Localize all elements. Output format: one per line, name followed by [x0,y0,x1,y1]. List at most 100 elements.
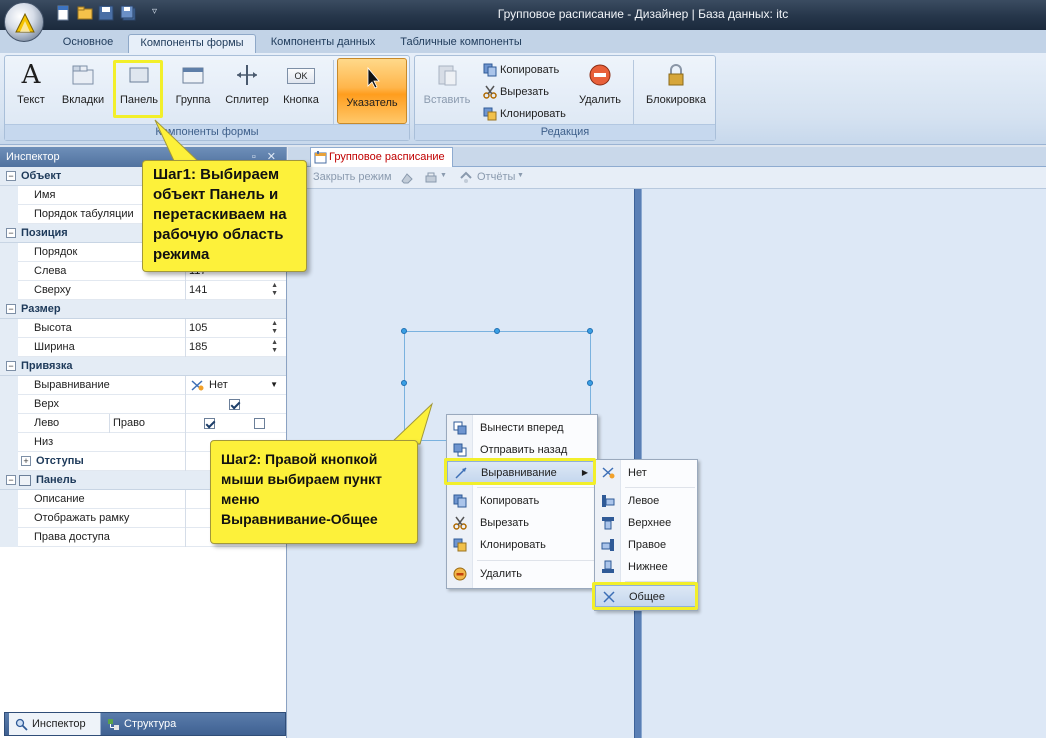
document-toolbar: Закрыть режим ▼ Отчёты ▼ [288,167,1046,189]
resize-handle[interactable] [587,328,593,334]
resize-handle[interactable] [401,328,407,334]
tab-form-components[interactable]: Компоненты формы [128,34,256,53]
text-button-label: Текст [17,94,45,106]
app-menu-button[interactable] [4,2,44,42]
collapse-icon[interactable]: − [6,475,16,485]
property-name: Отступы [36,455,84,467]
resize-handle[interactable] [401,380,407,386]
submenu-label: Левое [628,495,660,507]
button-button[interactable]: OK Кнопка [279,62,323,106]
category-label: Позиция [21,227,68,239]
document-tab[interactable]: Групповое расписание [310,147,453,167]
menu-item-label: Вырезать [480,517,529,529]
property-value[interactable]: 105 [189,322,207,334]
property-row[interactable]: Выравнивание Нет ▼ [0,376,286,395]
spin-arrows-icon[interactable]: ▲ ▼ [271,282,278,298]
collapse-icon[interactable]: − [6,228,16,238]
tabs-button-label: Вкладки [61,94,105,106]
reports-button[interactable]: Отчёты [477,171,515,183]
property-name: Имя [34,189,56,201]
menu-item-delete[interactable]: Удалить [447,563,597,585]
resize-handle[interactable] [587,380,593,386]
property-row[interactable]: Высота 105 ▲ ▼ [0,319,286,338]
menu-item-copy[interactable]: Копировать [447,490,597,512]
submenu-item-left[interactable]: Левое [595,490,697,512]
property-row[interactable]: Лево Право [0,414,286,433]
collapse-icon[interactable]: − [6,171,16,181]
pointer-button[interactable]: Указатель [337,58,407,124]
design-canvas-right[interactable] [641,189,1046,738]
delete-button[interactable]: Удалить [575,62,625,106]
right-anchor-checkbox[interactable] [254,418,265,429]
panel-small-icon [19,475,31,486]
paste-button[interactable]: Вставить [421,62,473,106]
close-mode-button[interactable]: Закрыть режим [313,171,392,183]
top-anchor-checkbox[interactable] [229,399,240,410]
resize-handle[interactable] [494,328,500,334]
property-row[interactable]: Сверху 141 ▲ ▼ [0,281,286,300]
copy-button[interactable]: Копировать [483,61,559,79]
spin-arrows-icon[interactable]: ▲ ▼ [271,339,278,355]
category-anchor[interactable]: − Привязка [0,357,286,376]
submenu-item-top[interactable]: Верхнее [595,512,697,534]
highlight-align-item [444,458,596,485]
property-value[interactable]: 141 [189,284,207,296]
document-tab-label: Групповое расписание [329,151,445,163]
submenu-item-right[interactable]: Правое [595,534,697,556]
callout-step2: Шаг2: Правой кнопкой мыши выбираем пункт… [210,440,418,544]
text-icon: A [21,60,41,90]
group-box-icon [182,67,204,84]
tabs-button[interactable]: Вкладки [59,62,107,106]
property-value[interactable]: 185 [189,341,207,353]
lock-button[interactable]: Блокировка [641,62,711,106]
menu-item-bring-front[interactable]: Вынести вперед [447,417,597,439]
property-name: Отображать рамку [34,512,130,524]
align-right-icon [601,539,614,551]
tab-basic[interactable]: Основное [52,34,124,53]
tab-table-components[interactable]: Табличные компоненты [392,34,530,53]
group-button[interactable]: Группа [171,62,215,106]
submenu-label: Правое [628,539,667,551]
ribbon-tabs: Основное Компоненты формы Компоненты дан… [0,30,1046,53]
align-none-icon [191,380,204,391]
submenu-item-none[interactable]: Нет [595,462,697,484]
tab-structure[interactable]: Структура [105,713,195,735]
eraser-icon[interactable] [400,171,414,185]
property-name: Описание [34,493,85,505]
clone-icon [483,107,497,121]
dropdown-arrow-icon[interactable]: ▼ [270,380,278,389]
bring-front-icon [453,421,467,435]
property-name: Низ [34,436,54,448]
reports-dropdown-icon[interactable]: ▼ [517,172,524,179]
expand-icon[interactable]: + [21,456,31,466]
reports-icon[interactable] [459,171,473,185]
print-dropdown-icon[interactable]: ▼ [440,172,447,179]
property-row[interactable]: Ширина 185 ▲ ▼ [0,338,286,357]
tab-data-components[interactable]: Компоненты данных [262,34,384,53]
schedule-doc-icon [314,151,327,164]
category-size[interactable]: − Размер [0,300,286,319]
property-row[interactable]: Верх [0,395,286,414]
text-button[interactable]: A Текст [11,62,51,106]
menu-item-clone[interactable]: Клонировать [447,534,597,556]
cut-button[interactable]: Вырезать [483,83,549,101]
property-value[interactable]: Нет [209,379,228,391]
menu-item-cut[interactable]: Вырезать [447,512,597,534]
submenu-item-bottom[interactable]: Нижнее [595,556,697,578]
collapse-icon[interactable]: − [6,304,16,314]
cut-button-label: Вырезать [500,86,549,98]
property-name: Сверху [34,284,71,296]
tab-inspector[interactable]: Инспектор [9,713,101,735]
print-icon[interactable] [424,171,438,185]
app-logo-icon [15,12,35,33]
spin-arrows-icon[interactable]: ▲ ▼ [271,320,278,336]
splitter-button[interactable]: Сплитер [221,62,273,106]
left-anchor-checkbox[interactable] [204,418,215,429]
category-label: Объект [21,170,62,182]
property-name: Выравнивание [34,379,110,391]
scissors-icon [453,516,467,530]
lock-icon [668,64,684,86]
collapse-icon[interactable]: − [6,361,16,371]
property-name: Ширина [34,341,75,353]
clone-button[interactable]: Клонировать [483,105,566,123]
